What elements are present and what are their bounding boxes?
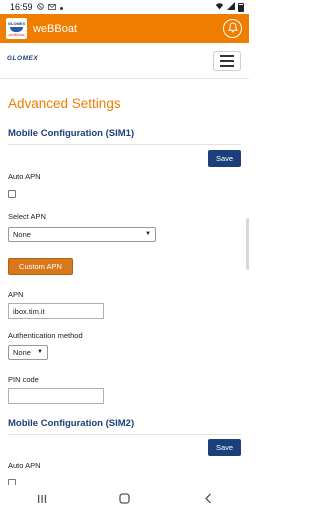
app-bar: GLOMEX weBBoat weBBoat xyxy=(0,14,249,43)
navigation-bar xyxy=(0,485,249,512)
dot-icon xyxy=(59,3,63,12)
logo-text-top: GLOMEX xyxy=(7,20,26,26)
chevron-down-icon: ▼ xyxy=(37,349,43,355)
sim1-auth-label: Authentication method xyxy=(8,331,83,340)
sim1-select-apn-dropdown[interactable]: None ▼ xyxy=(8,227,156,242)
bell-icon xyxy=(227,20,238,38)
menu-line xyxy=(220,60,234,62)
settings-content[interactable]: Advanced Settings Mobile Configuration (… xyxy=(0,80,249,485)
sim1-apn-value: ibox.tim.it xyxy=(13,306,45,316)
sim1-apn-input[interactable]: ibox.tim.it xyxy=(8,303,104,319)
sim2-section-title: Mobile Configuration (SIM2) xyxy=(8,418,135,429)
sim1-auto-apn-checkbox[interactable] xyxy=(8,190,16,198)
sim1-auto-apn-label: Auto APN xyxy=(8,172,41,181)
sim1-custom-apn-button[interactable]: Custom APN xyxy=(8,258,73,275)
page-header: GLOMEX xyxy=(0,43,249,79)
sim2-save-button[interactable]: Save xyxy=(208,439,241,456)
sim1-pin-input[interactable] xyxy=(8,388,104,404)
sim1-auth-value: None xyxy=(13,348,31,357)
recent-apps-icon[interactable] xyxy=(32,492,52,506)
sim1-divider xyxy=(8,144,241,145)
app-logo: GLOMEX weBBoat xyxy=(6,18,27,39)
chevron-down-icon: ▼ xyxy=(145,231,151,237)
menu-line xyxy=(220,65,234,67)
sim1-pin-label: PIN code xyxy=(8,375,39,384)
logo-text-bottom: weBBoat xyxy=(8,31,25,37)
app-title: weBBoat xyxy=(33,22,78,35)
page-title: Advanced Settings xyxy=(8,96,121,111)
sim1-save-button[interactable]: Save xyxy=(208,150,241,167)
whatsapp-icon xyxy=(36,2,44,12)
mail-icon xyxy=(47,3,56,12)
status-bar: 16:59 xyxy=(0,0,249,14)
sim2-divider xyxy=(8,434,241,435)
battery-icon xyxy=(238,2,244,12)
scrollbar[interactable] xyxy=(246,218,249,270)
sim2-auto-apn-label: Auto APN xyxy=(8,461,41,470)
home-icon[interactable] xyxy=(115,492,135,506)
brand-logo[interactable]: GLOMEX xyxy=(7,55,38,62)
sim1-select-apn-value: None xyxy=(13,230,31,239)
signal-icon xyxy=(227,2,235,12)
hamburger-menu-icon[interactable] xyxy=(213,51,241,71)
menu-line xyxy=(220,55,234,57)
sim1-auth-dropdown[interactable]: None ▼ xyxy=(8,345,48,360)
back-icon[interactable] xyxy=(198,492,218,506)
sim1-section-title: Mobile Configuration (SIM1) xyxy=(8,128,135,139)
sim1-apn-label: APN xyxy=(8,290,24,299)
status-time: 16:59 xyxy=(10,2,33,12)
wifi-icon xyxy=(215,2,224,12)
sim1-select-apn-label: Select APN xyxy=(8,212,46,221)
notifications-button[interactable] xyxy=(223,19,242,38)
